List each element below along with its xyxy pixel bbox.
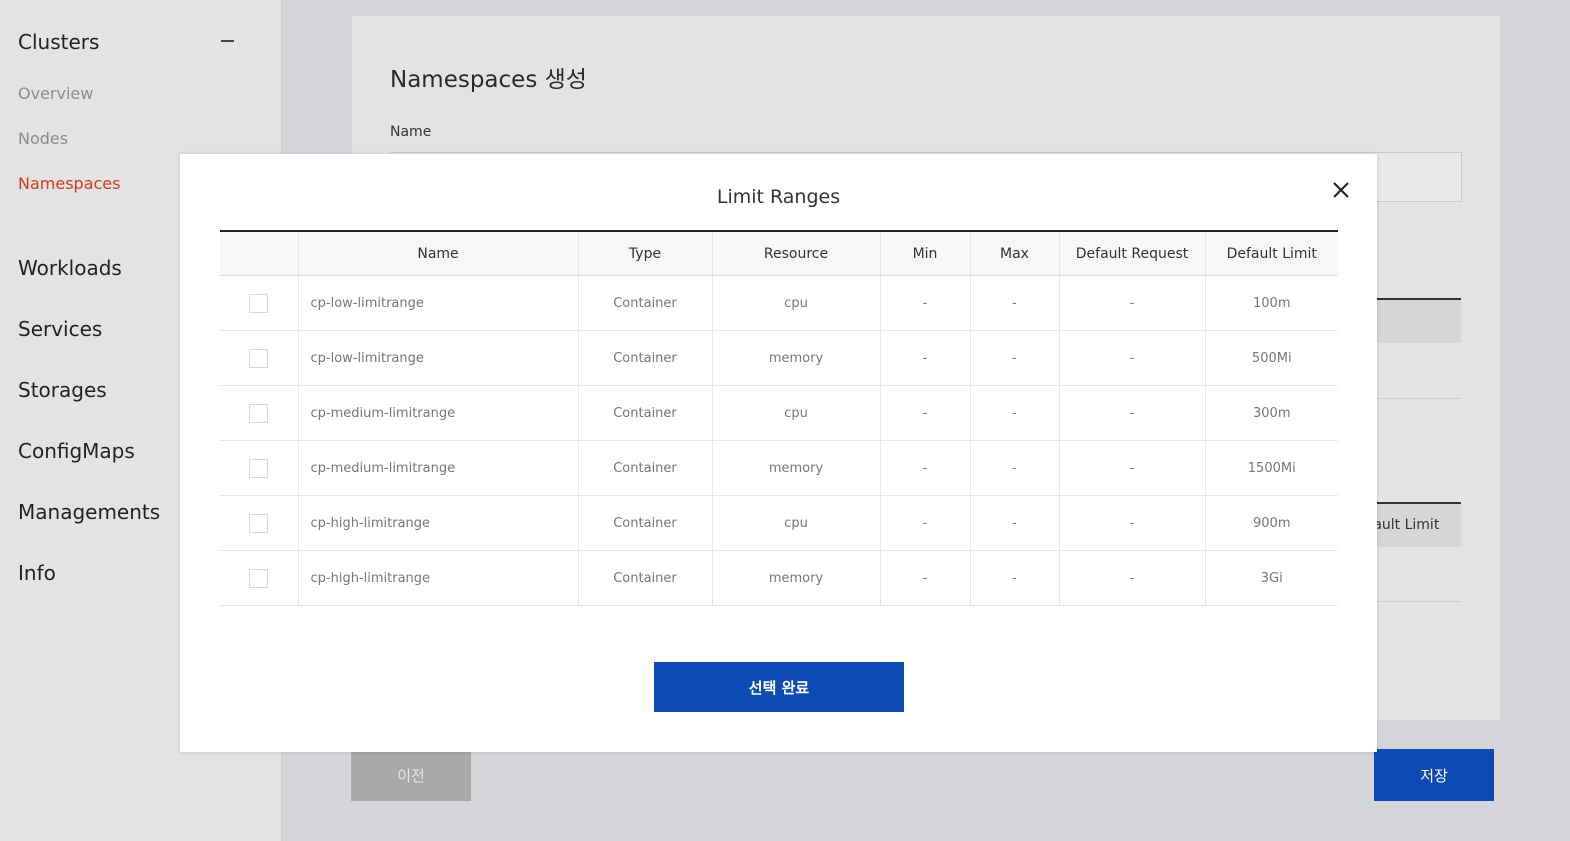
select-cell <box>220 495 298 551</box>
cell-max: - <box>969 495 1059 551</box>
cell-default-limit: 500Mi <box>1204 330 1338 386</box>
cell-resource: memory <box>711 550 880 606</box>
table-divider <box>1377 398 1461 399</box>
table-header-row: Name Type Resource Min Max Default Reque… <box>220 231 1338 276</box>
cell-type: Container <box>577 440 712 496</box>
select-cell <box>220 330 298 386</box>
sidebar-item-workloads[interactable]: Workloads <box>18 256 122 280</box>
col-min: Min <box>879 231 970 276</box>
save-button[interactable]: 저장 <box>1374 749 1494 801</box>
col-name: Name <box>297 231 578 276</box>
sidebar-item-namespaces[interactable]: Namespaces <box>18 174 120 193</box>
cell-type: Container <box>577 495 712 551</box>
cell-min: - <box>879 550 970 606</box>
sidebar-item-configmaps[interactable]: ConfigMaps <box>18 439 135 463</box>
table-row: cp-low-limitrange Container memory - - -… <box>220 330 1338 386</box>
table-divider <box>1377 601 1461 602</box>
cell-min: - <box>879 330 970 386</box>
table-row: cp-low-limitrange Container cpu - - - 10… <box>220 275 1338 331</box>
col-max: Max <box>969 231 1059 276</box>
cell-default-request: - <box>1058 495 1205 551</box>
sidebar-item-nodes[interactable]: Nodes <box>18 129 68 148</box>
cell-min: - <box>879 275 970 331</box>
col-type: Type <box>577 231 712 276</box>
cell-name: cp-low-limitrange <box>297 275 578 331</box>
sidebar-item-storages[interactable]: Storages <box>18 378 107 402</box>
cell-max: - <box>969 330 1059 386</box>
cell-resource: cpu <box>711 275 880 331</box>
table-row: cp-high-limitrange Container cpu - - - 9… <box>220 495 1338 551</box>
select-cell <box>220 440 298 496</box>
collapse-icon[interactable] <box>221 40 234 42</box>
cell-default-request: - <box>1058 330 1205 386</box>
col-select <box>220 231 298 276</box>
cell-default-request: - <box>1058 440 1205 496</box>
cell-min: - <box>879 495 970 551</box>
table-header <box>1377 300 1461 343</box>
cell-max: - <box>969 550 1059 606</box>
table-row: cp-high-limitrange Container memory - - … <box>220 550 1338 606</box>
cell-name: cp-medium-limitrange <box>297 385 578 441</box>
cell-min: - <box>879 440 970 496</box>
default-limit-header: Default Limit <box>1377 517 1440 533</box>
cell-max: - <box>969 385 1059 441</box>
cell-default-request: - <box>1058 385 1205 441</box>
cell-resource: cpu <box>711 495 880 551</box>
page-title: Namespaces 생성 <box>390 67 587 93</box>
col-default-limit: Default Limit <box>1204 231 1338 276</box>
table-header: Default Limit <box>1377 504 1461 547</box>
cell-max: - <box>969 275 1059 331</box>
prev-button[interactable]: 이전 <box>351 749 471 801</box>
cell-resource: memory <box>711 440 880 496</box>
cell-resource: cpu <box>711 385 880 441</box>
limit-ranges-modal: Limit Ranges Name Type Resource Min Max … <box>180 154 1377 752</box>
cell-name: cp-high-limitrange <box>297 550 578 606</box>
limit-ranges-table: Name Type Resource Min Max Default Reque… <box>220 230 1338 606</box>
sidebar-item-managements[interactable]: Managements <box>18 500 160 524</box>
row-checkbox[interactable] <box>249 293 269 313</box>
table-row: cp-medium-limitrange Container memory - … <box>220 440 1338 496</box>
cell-default-limit: 900m <box>1204 495 1338 551</box>
cell-name: cp-high-limitrange <box>297 495 578 551</box>
cell-resource: memory <box>711 330 880 386</box>
cell-default-request: - <box>1058 550 1205 606</box>
cell-default-limit: 1500Mi <box>1204 440 1338 496</box>
sidebar-clusters[interactable]: Clusters <box>18 30 99 54</box>
cell-default-request: - <box>1058 275 1205 331</box>
cell-min: - <box>879 385 970 441</box>
row-checkbox[interactable] <box>249 513 269 533</box>
col-resource: Resource <box>711 231 880 276</box>
cell-default-limit: 100m <box>1204 275 1338 331</box>
select-cell <box>220 385 298 441</box>
cell-type: Container <box>577 275 712 331</box>
select-cell <box>220 550 298 606</box>
sidebar-item-info[interactable]: Info <box>18 561 56 585</box>
confirm-selection-button[interactable]: 선택 완료 <box>654 662 904 712</box>
cell-type: Container <box>577 550 712 606</box>
table-row: cp-medium-limitrange Container cpu - - -… <box>220 385 1338 441</box>
row-checkbox[interactable] <box>249 568 269 588</box>
cell-default-limit: 300m <box>1204 385 1338 441</box>
cell-name: cp-low-limitrange <box>297 330 578 386</box>
row-checkbox[interactable] <box>249 458 269 478</box>
name-label: Name <box>390 124 432 140</box>
cell-type: Container <box>577 385 712 441</box>
sidebar-item-overview[interactable]: Overview <box>18 84 93 103</box>
cell-max: - <box>969 440 1059 496</box>
select-cell <box>220 275 298 331</box>
modal-title: Limit Ranges <box>716 186 841 208</box>
cell-default-limit: 3Gi <box>1204 550 1338 606</box>
row-checkbox[interactable] <box>249 348 269 368</box>
row-checkbox[interactable] <box>249 403 269 423</box>
close-icon[interactable] <box>1332 181 1350 199</box>
sidebar-item-services[interactable]: Services <box>18 317 102 341</box>
cell-name: cp-medium-limitrange <box>297 440 578 496</box>
col-default-request: Default Request <box>1058 231 1205 276</box>
cell-type: Container <box>577 330 712 386</box>
